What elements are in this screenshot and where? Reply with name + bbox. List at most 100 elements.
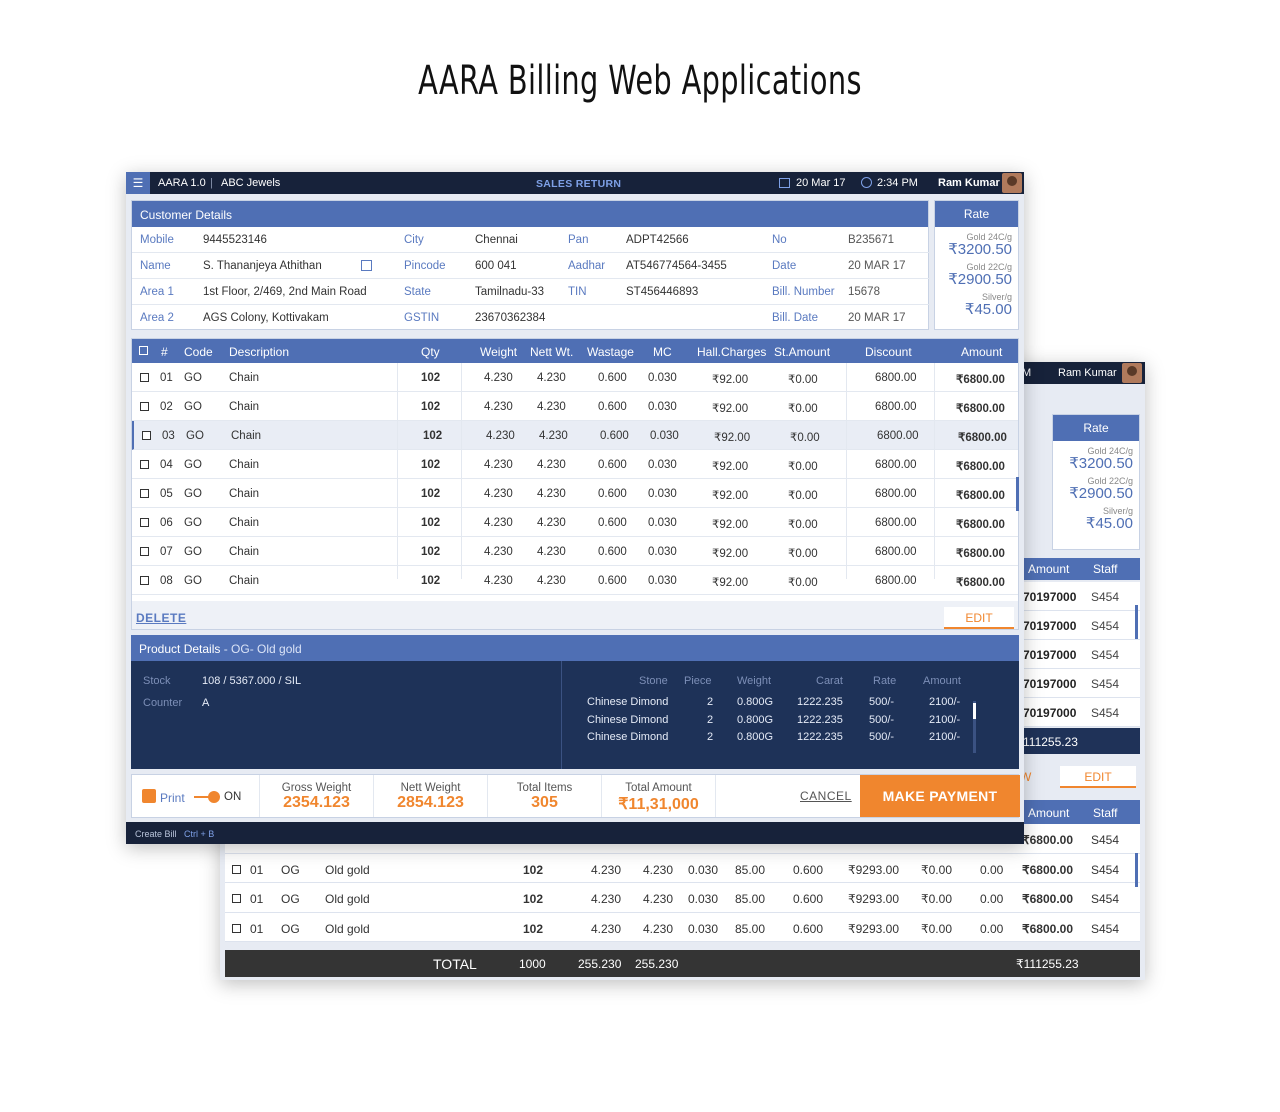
table-row[interactable]: 01 OG Old gold 102 4.230 4.230 0.030 85.… (225, 883, 1140, 913)
print-toggle[interactable] (194, 791, 220, 803)
back-scrollbar-lower[interactable] (1135, 853, 1138, 887)
row-code: GO (184, 459, 202, 471)
mobile-field[interactable]: 9445523146 (203, 234, 267, 246)
row-st-amount: ₹0.00 (788, 374, 818, 386)
area2-field[interactable]: AGS Colony, Kottivakam (203, 312, 329, 324)
table-row[interactable]: 01 OG Old gold 102 4.230 4.230 0.030 85.… (225, 853, 1140, 883)
stone-amount: 2100/- (929, 696, 961, 708)
row-mc: 0.030 (648, 546, 677, 558)
row-checkbox[interactable] (140, 402, 149, 411)
create-bill-hint[interactable]: Create Bill (135, 829, 177, 839)
printer-icon[interactable] (142, 789, 156, 803)
back-row-value: ₹9293.00 (848, 921, 900, 936)
silver-rate: ₹45.00 (964, 301, 1012, 318)
bill-date-label: Bill. Date (772, 312, 819, 324)
row-qty: 102 (423, 430, 443, 442)
stone-piece: 2 (707, 713, 714, 726)
back-amount-header: Amount (1028, 806, 1070, 820)
back-row-st: ₹0.00 (921, 862, 952, 877)
gstin-field[interactable]: 23670362384 (475, 312, 545, 324)
back-side-amount: 70197000 (1023, 619, 1077, 633)
state-field[interactable]: Tamilnadu-33 (475, 286, 544, 298)
counter-label: Counter (143, 697, 183, 709)
avatar[interactable] (1002, 173, 1022, 193)
row-weight: 4.230 (484, 546, 513, 558)
row-checkbox[interactable] (140, 489, 149, 498)
table-row[interactable]: 06 GO Chain 102 4.230 4.230 0.600 0.030 ₹92.00 ₹0… (132, 508, 1018, 537)
stone-amount: 2100/- (929, 731, 961, 743)
edit-button[interactable]: EDIT (944, 607, 1014, 629)
stone-carat: 1222.235 (797, 731, 843, 743)
back-side-row[interactable]: 70197000 S454 (1020, 611, 1140, 640)
back-row-rate: 85.00 (735, 862, 766, 877)
pan-field[interactable]: ADPT42566 (626, 234, 689, 246)
row-checkbox[interactable] (140, 547, 149, 556)
stone-rate: 500/- (869, 713, 895, 726)
back-side-row[interactable]: 70197000 S454 (1020, 698, 1140, 727)
pincode-field[interactable]: 600 041 (475, 260, 517, 272)
table-row[interactable]: 04 GO Chain 102 4.230 4.230 0.600 0.030 ₹92.00 ₹0… (132, 450, 1018, 479)
stone-name: Chinese Dimond (587, 713, 669, 726)
delete-button[interactable]: DELETE (136, 611, 186, 625)
back-side-staff: S454 (1091, 590, 1120, 604)
table-row[interactable]: 01 OG Old gold 102 4.230 4.230 0.030 85.… (225, 912, 1140, 942)
row-checkbox[interactable] (140, 576, 149, 585)
back-side-row[interactable]: 70197000 S454 (1020, 669, 1140, 698)
row-discount: 6800.00 (875, 401, 917, 413)
topbar-separator: | (210, 177, 213, 189)
row-weight: 4.230 (484, 401, 513, 413)
external-link-icon[interactable] (361, 260, 372, 271)
city-field[interactable]: Chennai (475, 234, 518, 246)
back-scrollbar[interactable] (1135, 605, 1138, 639)
back-row-amount: ₹6800.00 (1022, 862, 1074, 877)
row-checkbox[interactable] (140, 373, 149, 382)
table-row[interactable]: 03 GO Chain 102 4.230 4.230 0.600 0.030 ₹92.00 ₹0… (132, 421, 1018, 450)
row-discount: 6800.00 (875, 517, 917, 529)
back-row-num: 01 (250, 862, 264, 877)
user-name[interactable]: Ram Kumar (938, 177, 1000, 189)
row-number: 07 (160, 546, 173, 558)
aadhar-field[interactable]: AT546774564-3455 (626, 260, 727, 272)
table-row[interactable]: 01 GO Chain 102 4.230 4.230 0.600 0.030 ₹92.00 ₹0… (132, 363, 1018, 392)
table-row[interactable]: 05 GO Chain 102 4.230 4.230 0.600 0.030 ₹92.00 ₹0… (132, 479, 1018, 508)
back-avatar[interactable] (1122, 363, 1142, 383)
table-row[interactable]: 07 GO Chain 102 4.230 4.230 0.600 0.030 ₹92.00 ₹0… (132, 537, 1018, 566)
stone-rate: 500/- (869, 696, 895, 708)
cancel-button[interactable]: CANCEL (800, 789, 852, 803)
stones-scrollbar[interactable] (973, 701, 976, 753)
hamburger-menu-icon[interactable]: ☰ (126, 172, 150, 194)
row-mc: 0.030 (648, 488, 677, 500)
row-weight: 4.230 (484, 517, 513, 529)
bill-number-field[interactable]: 15678 (848, 286, 880, 298)
back-row-qty: 102 (523, 862, 544, 877)
summary-bar: Print ON Gross Weight 2354.123 Nett Weig… (131, 774, 1020, 818)
row-qty: 102 (421, 401, 441, 413)
name-field[interactable]: S. Thananjeya Athithan (203, 260, 322, 272)
back-side-row[interactable]: 70197000 S454 (1020, 582, 1140, 611)
row-amount: ₹6800.00 (956, 461, 1005, 473)
back-row-value: ₹9293.00 (848, 862, 900, 877)
select-all-checkbox[interactable] (139, 346, 148, 355)
row-checkbox[interactable] (232, 864, 241, 874)
table-row[interactable]: 08 GO Chain 102 4.230 4.230 0.600 0.030 ₹92.00 ₹0… (132, 566, 1018, 595)
row-description: Chain (229, 488, 260, 500)
row-checkbox[interactable] (140, 518, 149, 527)
row-checkbox[interactable] (232, 894, 241, 903)
row-checkbox[interactable] (232, 923, 241, 933)
area1-field[interactable]: 1st Floor, 2/469, 2nd Main Road (203, 286, 367, 298)
row-code: GO (184, 372, 202, 384)
print-label[interactable]: Print (160, 791, 185, 805)
back-edit-button[interactable]: EDIT (1060, 766, 1136, 788)
date-field: 20 MAR 17 (848, 260, 906, 272)
bill-date-field[interactable]: 20 MAR 17 (848, 312, 906, 324)
row-checkbox[interactable] (142, 431, 151, 440)
stone-col-amount: Amount (923, 675, 961, 687)
back-row-staff: S454 (1091, 862, 1120, 877)
row-checkbox[interactable] (140, 460, 149, 469)
tin-field[interactable]: ST456446893 (626, 286, 698, 298)
items-scrollbar[interactable] (1016, 477, 1019, 511)
back-side-row[interactable]: 70197000 S454 (1020, 640, 1140, 669)
table-row[interactable]: 02 GO Chain 102 4.230 4.230 0.600 0.030 ₹92.00 ₹0… (132, 392, 1018, 421)
status-bar: Create Bill Ctrl + B (126, 822, 1024, 844)
make-payment-button[interactable]: MAKE PAYMENT (860, 775, 1020, 817)
